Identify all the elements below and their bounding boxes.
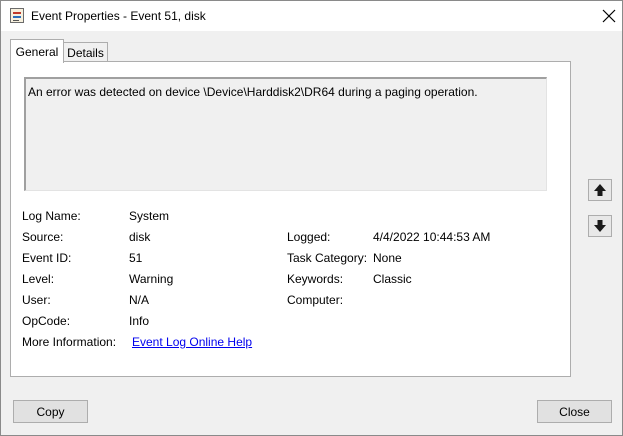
log-name-value: System [129,209,170,223]
opcode-value: Info [129,314,150,328]
tab-details[interactable]: Details [64,42,108,62]
tab-general[interactable]: General [10,39,64,63]
user-label: User: [22,293,51,307]
window-title: Event Properties - Event 51, disk [31,9,206,23]
event-viewer-icon [10,8,24,23]
arrow-down-icon [594,220,606,232]
event-id-label: Event ID: [22,251,72,265]
title-bar[interactable]: Event Properties - Event 51, disk [1,1,622,31]
task-category-value: None [373,251,402,265]
more-information-label: More Information: [22,335,117,349]
log-name-label: Log Name: [22,209,81,223]
event-log-online-help-link[interactable]: Event Log Online Help [132,335,252,349]
source-value: disk [129,230,151,244]
arrow-up-icon [594,184,606,196]
event-properties-window: Event Properties - Event 51, disk Genera… [0,0,623,436]
keywords-label: Keywords: [287,272,344,286]
user-value: N/A [129,293,150,307]
event-id-value: 51 [129,251,143,265]
close-button[interactable]: Close [537,400,612,423]
opcode-label: OpCode: [22,314,71,328]
logged-label: Logged: [287,230,331,244]
next-event-button[interactable] [588,215,612,237]
task-category-label: Task Category: [287,251,368,265]
level-value: Warning [129,272,174,286]
source-label: Source: [22,230,64,244]
close-icon[interactable] [597,4,621,28]
logged-value: 4/4/2022 10:44:53 AM [373,230,491,244]
previous-event-button[interactable] [588,179,612,201]
computer-label: Computer: [287,293,344,307]
event-description[interactable]: An error was detected on device \Device\… [24,77,547,191]
copy-button[interactable]: Copy [13,400,88,423]
keywords-value: Classic [373,272,412,286]
level-label: Level: [22,272,55,286]
